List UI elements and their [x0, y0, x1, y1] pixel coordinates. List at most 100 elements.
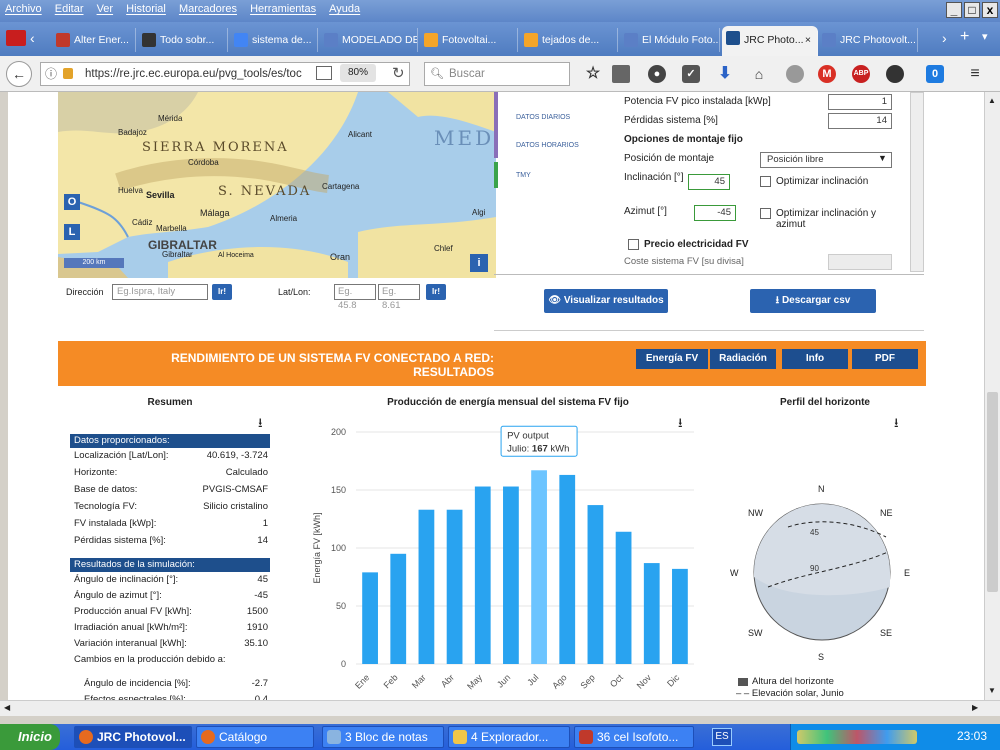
- taskbar-item-label: JRC Photovol...: [97, 730, 186, 744]
- optimize-inclination-checkbox[interactable]: [760, 176, 771, 187]
- losses-input[interactable]: 14: [828, 113, 892, 129]
- menu-editar[interactable]: Editar: [50, 0, 89, 18]
- address-input[interactable]: Eg.Ispra, Italy: [112, 284, 208, 300]
- download-csv-button[interactable]: ⭳ Descargar csv: [750, 289, 876, 313]
- scrollbar-thumb[interactable]: [987, 392, 998, 592]
- page-horizontal-scrollbar[interactable]: ◀ ▶: [0, 700, 1000, 716]
- sidetab-daily[interactable]: DATOS DIARIOS: [516, 114, 570, 121]
- menu-ayuda[interactable]: Ayuda: [324, 0, 365, 18]
- gmail-icon[interactable]: M: [818, 65, 836, 83]
- taskbar-item-label: Catálogo: [219, 730, 268, 744]
- sidetab-tmy[interactable]: TMY: [516, 172, 531, 179]
- tray-icons[interactable]: [797, 730, 917, 744]
- latitude-input[interactable]: Eg. 45.8: [334, 284, 376, 311]
- tab-1[interactable]: Todo sobr...: [138, 28, 228, 52]
- scroll-up-icon[interactable]: ▲: [988, 96, 996, 105]
- tab-list-icon[interactable]: [6, 30, 26, 46]
- tab-5[interactable]: tejados de...: [520, 28, 618, 52]
- map-layer-button-l[interactable]: L: [64, 224, 80, 240]
- price-checkbox[interactable]: [628, 239, 639, 250]
- mount-position-select[interactable]: Posición libre: [760, 152, 892, 168]
- minimize-button[interactable]: _: [946, 2, 962, 18]
- system-cost-input[interactable]: [828, 254, 892, 270]
- adblock-icon[interactable]: ABP: [852, 65, 870, 83]
- menu-ver[interactable]: Ver: [92, 0, 119, 18]
- tab-2[interactable]: sistema de...: [230, 28, 318, 52]
- map-info-button[interactable]: i: [470, 254, 488, 272]
- summary-download-icon[interactable]: ⭳: [258, 414, 263, 436]
- map[interactable]: SIERRA MORENA S. NEVADA GIBRALTAR Sevill…: [58, 92, 496, 278]
- azimuth-input[interactable]: -45: [694, 205, 736, 221]
- tab-close-icon[interactable]: ×: [805, 26, 811, 54]
- tab-info[interactable]: Info: [782, 349, 848, 369]
- extension-gray-icon[interactable]: [786, 65, 804, 83]
- new-tab-icon[interactable]: +: [960, 28, 969, 46]
- results-header: RENDIMIENTO DE UN SISTEMA FV CONECTADO A…: [58, 341, 926, 386]
- pocket-icon[interactable]: ✓: [682, 65, 700, 83]
- view-results-button[interactable]: 👁︎ Visualizar resultados: [544, 289, 668, 313]
- map-layer-button-o[interactable]: O: [64, 194, 80, 210]
- notification-icon[interactable]: 0: [926, 65, 944, 83]
- taskbar-item-catalogo[interactable]: Catálogo: [196, 726, 314, 748]
- reader-view-icon[interactable]: [316, 66, 332, 80]
- maximize-button[interactable]: □: [964, 2, 980, 18]
- tab-3[interactable]: MODELADO DE...: [320, 28, 418, 52]
- pv-power-input[interactable]: 1: [828, 94, 892, 110]
- scroll-right-icon[interactable]: ▶: [972, 703, 978, 712]
- menu-marcadores[interactable]: Marcadores: [174, 0, 242, 18]
- tab-pv-energy[interactable]: Energía FV: [636, 349, 708, 369]
- start-button[interactable]: Inicio: [0, 724, 60, 750]
- horizon-dir-ne: NE: [880, 508, 893, 518]
- latlon-go-button[interactable]: Ir!: [426, 284, 446, 300]
- extension-dots-icon[interactable]: [886, 65, 904, 83]
- tab-favicon-icon: [56, 33, 70, 47]
- tab-favicon-icon: [324, 33, 338, 47]
- map-label-badajoz: Badajoz: [118, 128, 147, 137]
- tab-7[interactable]: JRC Photo... ×: [722, 26, 818, 56]
- info-icon[interactable]: ⓘ: [45, 63, 57, 85]
- bar-mar: [418, 509, 435, 664]
- bookmark-star-icon[interactable]: ☆: [584, 65, 602, 83]
- tab-pdf[interactable]: PDF: [852, 349, 918, 369]
- tab-6[interactable]: El Módulo Foto...: [620, 28, 720, 52]
- home-icon[interactable]: ⌂: [750, 65, 768, 83]
- scroll-left-icon[interactable]: ◀: [4, 703, 10, 712]
- page-vertical-scrollbar[interactable]: ▲ ▼: [984, 92, 1000, 700]
- taskbar-item-pdf[interactable]: 36 cel Isofoto...: [574, 726, 694, 748]
- taskbar-item-firefox[interactable]: JRC Photovol...: [74, 726, 192, 748]
- tab-4[interactable]: Fotovoltai...: [420, 28, 518, 52]
- back-icon[interactable]: ←: [6, 61, 32, 87]
- hamburger-menu-icon[interactable]: ≡: [966, 65, 984, 83]
- reload-icon[interactable]: ↻: [392, 64, 405, 82]
- download-icon[interactable]: ⬇: [716, 65, 734, 83]
- library-icon[interactable]: [612, 65, 630, 83]
- tab-0[interactable]: Alter Ener...: [52, 28, 136, 52]
- bar-jul: [531, 470, 547, 664]
- zoom-level[interactable]: 80%: [340, 64, 376, 82]
- tab-menu-icon[interactable]: ▾: [982, 30, 988, 43]
- inclination-input[interactable]: 45: [688, 174, 730, 190]
- form-scrollbar[interactable]: [910, 92, 924, 272]
- optimize-both-checkbox[interactable]: [760, 208, 771, 219]
- tab-scroll-right-icon[interactable]: ›: [942, 30, 947, 46]
- taskbar-item-explorer[interactable]: 4 Explorador...: [448, 726, 570, 748]
- horizon-download-icon[interactable]: ⭳: [894, 414, 899, 436]
- sidetab-hourly[interactable]: DATOS HORARIOS: [516, 142, 579, 149]
- menu-archivo[interactable]: Archivo: [0, 0, 47, 18]
- longitude-input[interactable]: Eg. 8.61: [378, 284, 420, 311]
- lock-icon[interactable]: [63, 68, 73, 79]
- language-indicator[interactable]: ES: [712, 728, 732, 746]
- tab-scroll-left-icon[interactable]: ‹: [30, 30, 35, 46]
- menu-historial[interactable]: Historial: [121, 0, 171, 18]
- pdf-icon: [579, 730, 593, 744]
- taskbar-item-notepad[interactable]: 3 Bloc de notas: [322, 726, 444, 748]
- address-go-button[interactable]: Ir!: [212, 284, 232, 300]
- y-tick-label: 100: [331, 543, 346, 553]
- tab-8[interactable]: JRC Photovolt...: [818, 28, 918, 52]
- sync-icon[interactable]: ●: [648, 65, 666, 83]
- scroll-down-icon[interactable]: ▼: [988, 686, 996, 695]
- search-input[interactable]: Buscar: [424, 62, 570, 86]
- menu-herramientas[interactable]: Herramientas: [245, 0, 321, 18]
- close-button[interactable]: x: [982, 2, 998, 18]
- tab-radiation[interactable]: Radiación: [710, 349, 776, 369]
